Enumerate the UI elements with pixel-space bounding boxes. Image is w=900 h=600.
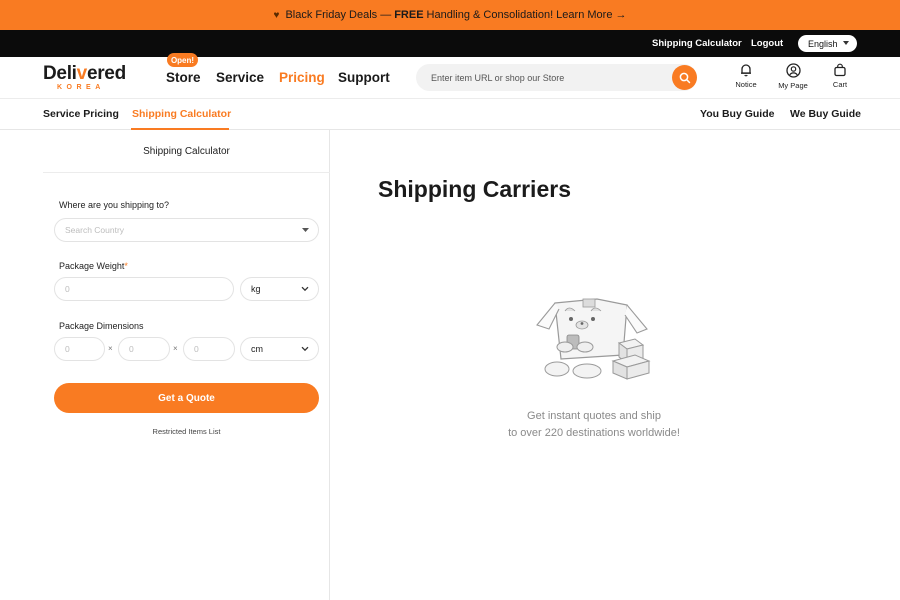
dimension-unit-select[interactable]: cm	[240, 337, 319, 361]
bell-icon	[741, 64, 751, 77]
calculator-title: Shipping Calculator	[143, 146, 230, 157]
weight-field[interactable]	[54, 277, 234, 301]
caret-down-icon	[302, 228, 309, 232]
empty-state-line-2: to over 220 destinations worldwide!	[508, 427, 680, 439]
promo-bold: FREE	[394, 9, 424, 21]
notice-label: Notice	[735, 80, 757, 89]
language-value: English	[808, 38, 838, 49]
nav-service[interactable]: Service	[216, 70, 264, 85]
country-search-input[interactable]	[65, 223, 308, 237]
empty-state-message: Get instant quotes and ship to over 220 …	[470, 408, 718, 442]
search-input[interactable]	[431, 69, 661, 86]
chevron-down-icon	[301, 346, 309, 352]
calculator-panel: Shipping Calculator Where are you shippi…	[43, 130, 330, 600]
open-badge: Open!	[167, 53, 198, 67]
weight-unit-value: kg	[251, 284, 261, 294]
cart-button[interactable]: Cart	[820, 63, 860, 89]
height-input[interactable]	[194, 342, 224, 356]
restricted-items-link[interactable]: Restricted Items List	[43, 427, 330, 436]
nav-store[interactable]: Store	[166, 70, 201, 85]
empty-box-mascot-illustration	[536, 298, 651, 380]
weight-label: Package Weight*	[59, 261, 128, 271]
country-select[interactable]	[54, 218, 319, 242]
search-bar	[416, 64, 697, 91]
logo[interactable]: Delivered KOREA	[43, 64, 126, 92]
subnav-shipping-calculator[interactable]: Shipping Calculator	[132, 108, 231, 120]
empty-state-line-1: Get instant quotes and ship	[527, 410, 661, 422]
width-field[interactable]	[118, 337, 170, 361]
cart-label: Cart	[832, 80, 848, 89]
caret-down-icon	[843, 41, 849, 45]
sub-navigation: Service Pricing Shipping Calculator You …	[0, 99, 900, 130]
my-page-button[interactable]: My Page	[773, 63, 813, 90]
weight-input[interactable]	[65, 282, 223, 296]
logout-link[interactable]: Logout	[751, 38, 783, 49]
language-select[interactable]: English	[798, 35, 857, 52]
logo-subtitle: KOREA	[57, 84, 105, 91]
logo-wordmark: Delivered	[43, 63, 126, 84]
promo-banner[interactable]: ♥ Black Friday Deals — FREE Handling & C…	[0, 0, 900, 30]
promo-prefix: Black Friday Deals —	[285, 9, 392, 21]
cart-icon	[834, 63, 846, 77]
get-quote-button[interactable]: Get a Quote	[54, 383, 319, 413]
dimensions-label: Package Dimensions	[59, 321, 144, 331]
page-title: Shipping Carriers	[378, 176, 571, 202]
subnav-we-buy-guide[interactable]: We Buy Guide	[790, 108, 861, 120]
notice-button[interactable]: Notice	[726, 63, 766, 89]
chevron-down-icon	[301, 286, 309, 292]
my-page-label: My Page	[778, 81, 808, 90]
main-header: Delivered KOREA Open! Store Service Pric…	[0, 53, 900, 99]
nav-pricing[interactable]: Pricing	[279, 70, 325, 85]
weight-unit-select[interactable]: kg	[240, 277, 319, 301]
width-input[interactable]	[129, 342, 159, 356]
times-separator: ×	[108, 344, 113, 353]
user-icon	[785, 63, 801, 78]
subnav-you-buy-guide[interactable]: You Buy Guide	[700, 108, 774, 120]
search-button[interactable]	[672, 65, 697, 90]
length-input[interactable]	[65, 342, 94, 356]
shipping-calculator-link[interactable]: Shipping Calculator	[652, 38, 742, 49]
subnav-service-pricing[interactable]: Service Pricing	[43, 108, 119, 120]
height-field[interactable]	[183, 337, 235, 361]
times-separator: ×	[173, 344, 178, 353]
utility-bar: Shipping Calculator Logout English	[0, 30, 900, 57]
divider	[43, 172, 330, 173]
promo-suffix[interactable]: Handling & Consolidation! Learn More →	[427, 9, 627, 21]
length-field[interactable]	[54, 337, 105, 361]
heart-icon: ♥	[273, 9, 280, 21]
dimension-unit-value: cm	[251, 344, 263, 354]
country-label: Where are you shipping to?	[59, 200, 170, 210]
search-icon	[679, 72, 690, 83]
nav-support[interactable]: Support	[338, 70, 390, 85]
